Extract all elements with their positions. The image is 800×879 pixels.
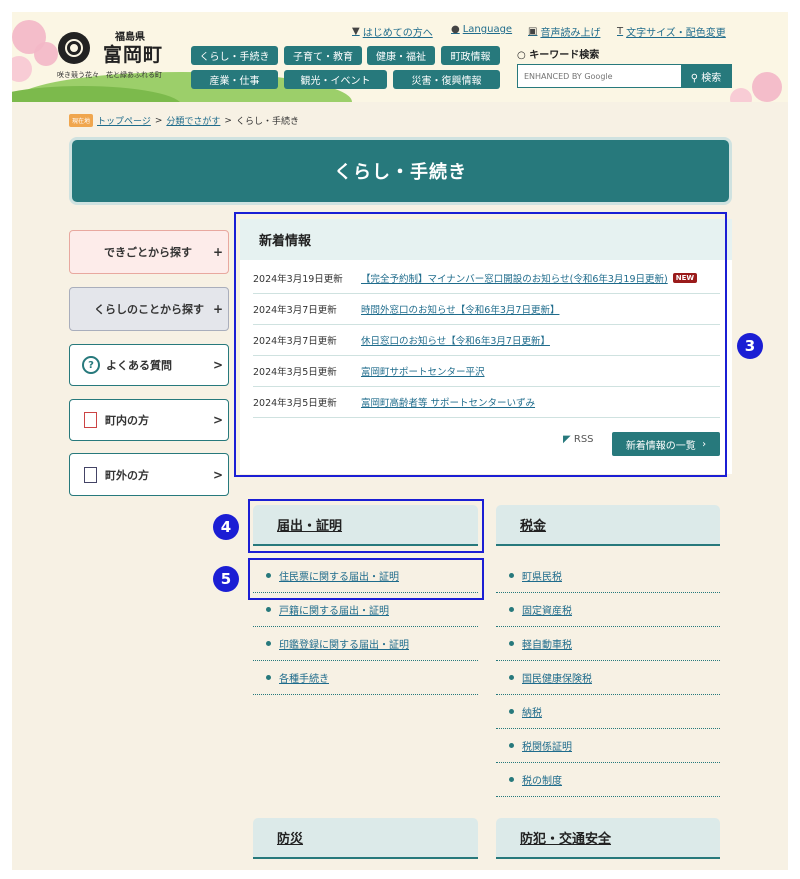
chat-icon: ○ [517,50,530,61]
bullet-icon [509,607,514,612]
blossom-decoration [12,56,32,82]
plus-icon: + [212,302,224,316]
chevron-right-icon: > [212,358,224,372]
sidebar-events[interactable]: できごとから探す + [69,230,229,274]
search-input[interactable] [518,65,681,87]
category-item[interactable]: 軽自動車税 [496,627,720,661]
sidebar-living[interactable]: くらしのことから探す + [69,287,229,331]
category-item[interactable]: 固定資産税 [496,593,720,627]
question-icon: ? [82,356,100,374]
sidebar-nonresidents[interactable]: 町外の方 > [69,453,229,496]
page: 福島県 富岡町 咲き競う花々 花と緑あふれる町 ▼ はじめての方へ ● Langua… [0,0,800,879]
bullet-icon [509,573,514,578]
globe-icon: ● [451,24,460,35]
nav-government[interactable]: 町政情報 [441,46,500,65]
nav-tourism[interactable]: 観光・イベント [284,70,387,89]
nav-health[interactable]: 健康・福祉 [367,46,435,65]
nav-living[interactable]: くらし・手続き [191,46,278,65]
text-size-icon: T [617,26,624,37]
link-language[interactable]: ● Language [451,24,512,35]
blossom-decoration [752,72,782,102]
marker-4: 4 [213,514,239,540]
bullet-icon [266,641,271,646]
chevron-right-icon: > [212,467,224,482]
breadcrumb-separator: > [224,115,232,126]
bullet-icon [266,607,271,612]
blossom-decoration [730,88,752,102]
link-read-aloud[interactable]: ▣ 音声読み上げ [528,24,600,39]
category-item[interactable]: 印鑑登録に関する届出・証明 [253,627,478,661]
category-item[interactable]: 納税 [496,695,720,729]
document-icon [84,412,97,428]
marker-3: 3 [737,333,763,359]
logo-town-name: 富岡町 [103,44,164,66]
category-heading-disaster-prevention[interactable]: 防災 [253,818,478,859]
beginner-icon: ▼ [352,26,360,37]
category-item[interactable]: 税関係証明 [496,729,720,763]
category-item[interactable]: 各種手続き [253,661,478,695]
bullet-icon [509,641,514,646]
link-font-color[interactable]: T 文字サイズ・配色変更 [617,24,726,39]
search-form: ⚲ 検索 [517,64,732,88]
logo-tagline: 咲き競う花々 花と緑あふれる町 [57,71,162,79]
category-item[interactable]: 町県民税 [496,559,720,593]
breadcrumb-separator: > [154,115,163,126]
category-item[interactable]: 税の制度 [496,763,720,797]
bullet-icon [509,675,514,680]
page-title: くらし・手続き [69,137,732,205]
bullet-icon [266,675,271,680]
search-icon: ⚲ [690,72,702,84]
nav-childcare[interactable]: 子育て・教育 [284,46,362,65]
breadcrumb-tag: 現在地 [69,114,94,127]
bullet-icon [509,709,514,714]
bullet-icon [509,777,514,782]
highlight-box-item [248,558,484,600]
breadcrumb: 現在地 トップページ > 分類でさがす > くらし・手続き [69,114,299,127]
breadcrumb-current: くらし・手続き [235,117,299,127]
breadcrumb-category[interactable]: 分類でさがす [166,114,220,127]
link-first-time[interactable]: ▼ はじめての方へ [352,24,433,39]
category-heading-tax[interactable]: 税金 [496,505,720,546]
search-button[interactable]: ⚲ 検索 [681,65,731,87]
site-logo[interactable]: 福島県 富岡町 咲き競う花々 花と緑あふれる町 [55,18,195,79]
town-emblem-icon [58,32,90,64]
sidebar-faq[interactable]: ? よくある質問 > [69,344,229,386]
nav-disaster[interactable]: 災害・復興情報 [393,70,500,89]
speaker-icon: ▣ [528,26,538,37]
plus-icon: + [212,245,224,259]
nav-industry[interactable]: 産業・仕事 [191,70,278,89]
category-heading-crime-traffic[interactable]: 防犯・交通安全 [496,818,720,859]
bullet-icon [509,743,514,748]
sidebar-residents[interactable]: 町内の方 > [69,399,229,441]
breadcrumb-top[interactable]: トップページ [97,114,151,127]
category-item[interactable]: 国民健康保険税 [496,661,720,695]
chevron-right-icon: > [212,413,224,427]
highlight-box-news [234,212,727,477]
document-icon [84,466,97,483]
marker-5: 5 [213,566,239,592]
highlight-box-heading [248,499,484,553]
keyword-search-label: ○ キーワード検索 [517,50,600,61]
